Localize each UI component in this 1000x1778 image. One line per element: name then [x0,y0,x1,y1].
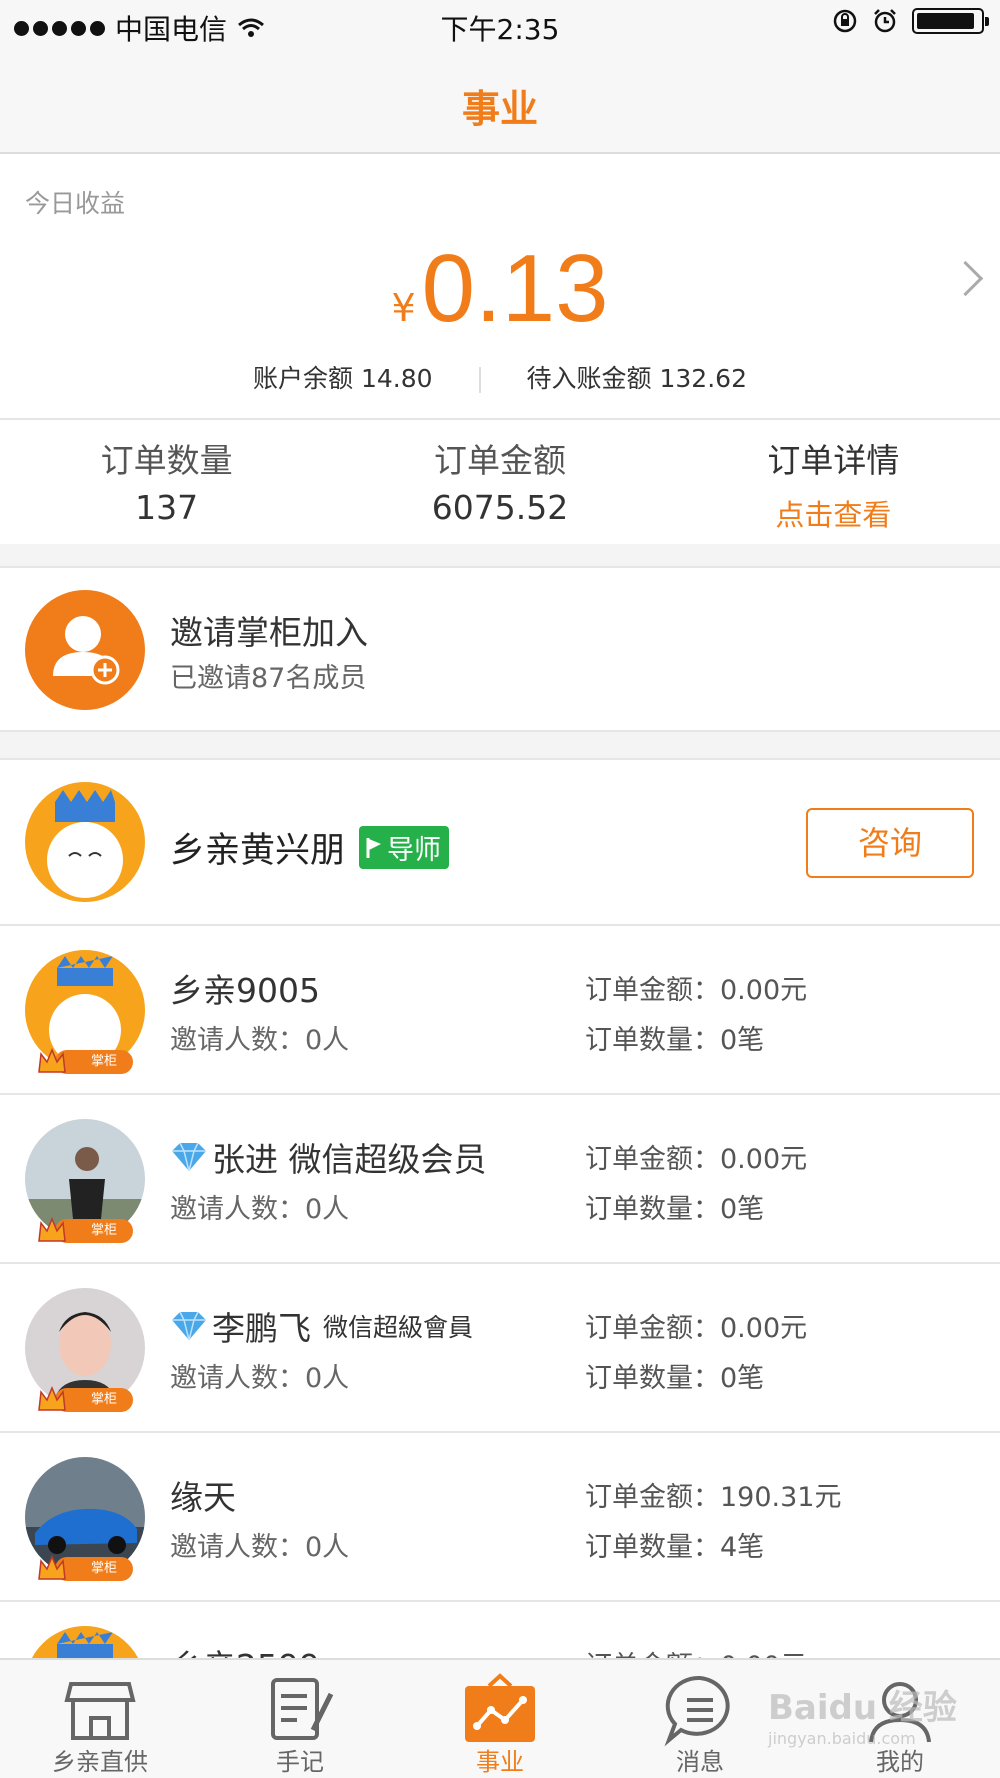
watermark-line1: Baidu 经验 [768,1688,957,1728]
mentor-row: 乡亲黄兴朋 导师 咨询 [0,758,1000,926]
tab-label: 事业 [476,1748,524,1776]
order-count: 订单数量：4笔 [585,1532,765,1563]
tab-notes[interactable]: 手记 [200,1660,400,1778]
list-item[interactable]: 掌柜 李鹏飞 微信超級會員 邀请人数：0人 订单金额：0.00元 订单数量：0笔 [0,1264,1000,1433]
message-icon [664,1675,730,1747]
crown-icon [38,1217,66,1242]
divider [478,367,481,393]
stat-label: 订单金额 [433,441,566,480]
stat-label: 订单详情 [767,441,900,480]
invite-count: 邀请人数：0人 [170,1363,350,1394]
diamond-icon [172,1311,206,1341]
order-amount: 订单金额：0.00元 [585,1144,808,1175]
baidu-watermark: Baidu 经验 jingyan.baidu.com [768,1680,957,1748]
member-name: 乡亲9005 [170,971,320,1010]
invite-shopkeeper-row[interactable]: 邀请掌柜加入 已邀请87名成员 [0,566,1000,732]
earnings-amount: ¥0.13 [0,234,1000,344]
page-title: 事业 [461,87,538,131]
member-name-line: 张进 微信超级会员 [170,1133,487,1181]
account-balance: 账户余额 14.80 [253,364,433,393]
tab-label: 乡亲直供 [52,1748,148,1776]
member-name-line: 李鹏飞 微信超級會員 [170,1302,473,1350]
earnings-value: 0.13 [421,235,609,342]
stat-value: 137 [135,488,199,527]
shopkeeper-badge: 掌柜 [25,1553,133,1583]
invite-count: 邀请人数：0人 [170,1025,350,1056]
mentor-name-line: 乡亲黄兴朋 导师 [170,822,450,873]
tab-career[interactable]: 事业 [400,1660,600,1778]
career-chart-icon [465,1673,535,1742]
diamond-icon [172,1142,206,1172]
battery-icon [912,8,989,34]
order-count: 订单数量：0笔 [585,1363,765,1394]
order-count: 订单数量：0笔 [585,1194,765,1225]
today-earnings-card[interactable]: 今日收益 ¥0.13 账户余额 14.80 待入账金额 132.62 [0,154,1000,420]
member-name: 缘天 [170,1478,236,1517]
nav-bar: 事业 [0,50,1000,154]
shopkeeper-badge: 掌柜 [25,1384,133,1414]
status-right [832,8,989,34]
mentor-tag: 导师 [359,826,450,869]
mentor-name: 乡亲黄兴朋 [170,831,346,871]
shopkeeper-badge: 掌柜 [25,1215,133,1245]
rotation-lock-icon [833,9,857,33]
mentor-tag-label: 导师 [387,835,442,866]
order-amount: 订单金额：0.00元 [585,1313,808,1344]
earnings-label: 今日收益 [25,189,126,218]
member-name: 张进 微信超级会员 [212,1140,487,1179]
order-stats: 订单数量 137 订单金额 6075.52 订单详情 点击查看 [0,420,1000,544]
stat-order-amount: 订单金额 6075.52 [333,420,666,544]
invite-subtitle: 已邀请87名成员 [170,663,367,694]
shop-icon [64,1682,136,1740]
member-name: 李鹏飞 [212,1309,311,1348]
mentor-avatar [25,782,145,902]
invite-count: 邀请人数：0人 [170,1194,350,1225]
consult-button[interactable]: 咨询 [806,808,974,878]
balances-row: 账户余额 14.80 待入账金额 132.62 [0,359,1000,395]
pending-balance: 待入账金额 132.62 [526,364,747,393]
tab-direct-supply[interactable]: 乡亲直供 [0,1660,200,1778]
list-item[interactable]: 掌柜 缘天 邀请人数：0人 订单金额：190.31元 订单数量：4笔 [0,1433,1000,1602]
add-user-icon [25,590,145,710]
flag-icon [366,837,382,858]
stat-order-details[interactable]: 订单详情 点击查看 [667,420,1000,544]
alarm-icon [874,9,896,33]
shopkeeper-badge: 掌柜 [25,1046,133,1076]
watermark-line2: jingyan.baidu.com [768,1729,916,1748]
tab-label: 手记 [276,1748,324,1776]
notes-icon [271,1678,334,1740]
currency-symbol: ¥ [391,286,416,330]
status-bar: 中国电信 下午2:35 [0,0,1000,50]
crown-icon [38,1386,66,1411]
crown-icon [38,1555,66,1580]
list-item[interactable]: 掌柜 张进 微信超级会员 邀请人数：0人 订单金额：0.00元 订单数量：0笔 [0,1095,1000,1264]
stat-value: 6075.52 [431,488,569,527]
list-item[interactable]: 掌柜 乡亲9005 邀请人数：0人 订单金额：0.00元 订单数量：0笔 [0,926,1000,1095]
view-details-link[interactable]: 点击查看 [667,492,1000,534]
stat-order-count: 订单数量 137 [0,420,333,544]
order-amount: 订单金额：0.00元 [585,975,808,1006]
invite-title: 邀请掌柜加入 [170,613,368,652]
order-count: 订单数量：0笔 [585,1025,765,1056]
order-amount: 订单金额：190.31元 [585,1482,842,1513]
invite-count: 邀请人数：0人 [170,1532,350,1563]
member-name-suffix: 微信超級會員 [323,1313,474,1342]
stat-label: 订单数量 [100,441,233,480]
crown-icon [38,1048,66,1073]
